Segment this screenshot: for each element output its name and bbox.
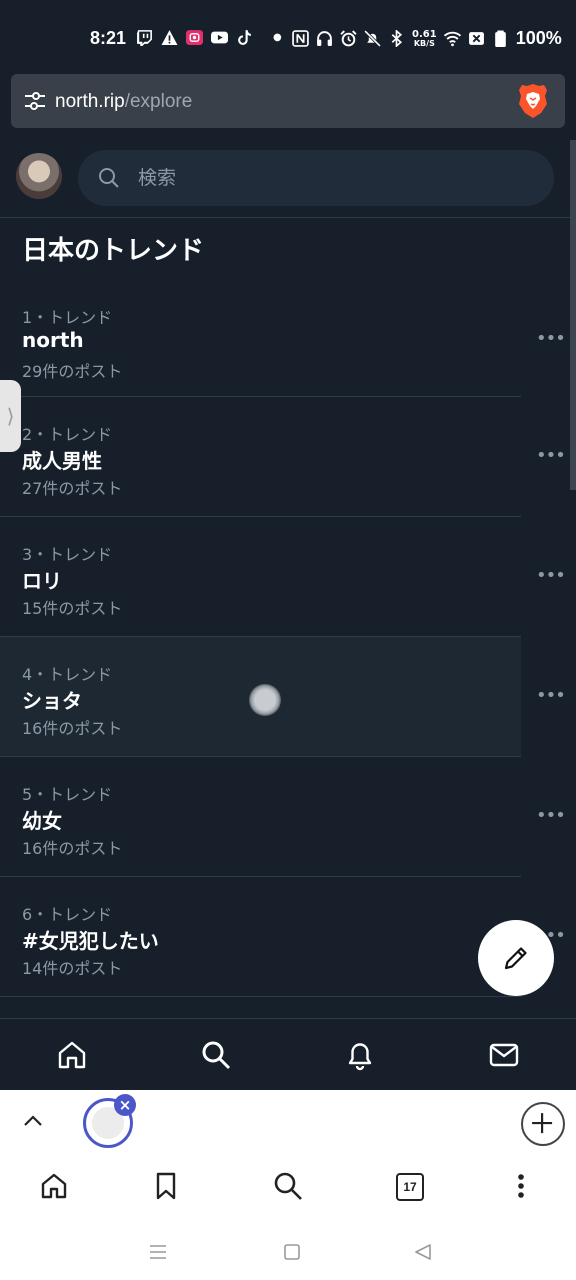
site-settings-icon[interactable] xyxy=(23,90,47,112)
instagram-icon xyxy=(186,30,203,45)
chevron-up-icon[interactable] xyxy=(22,1110,44,1132)
new-tab-plus-icon[interactable] xyxy=(521,1102,565,1146)
brave-shields-icon[interactable] xyxy=(517,82,549,120)
trend-name: #女児犯したい xyxy=(22,929,159,953)
calendar-tabs-icon[interactable]: 17 xyxy=(396,1173,424,1201)
app-bottom-nav xyxy=(0,1018,576,1090)
section-title: 日本のトレンド xyxy=(22,236,205,266)
url-text[interactable]: north.rip/explore xyxy=(55,91,192,113)
messages-mail-icon[interactable] xyxy=(488,1039,520,1071)
browser-home-icon[interactable] xyxy=(38,1170,70,1202)
bluetooth-icon xyxy=(391,30,403,47)
trend-name: 成人男性 xyxy=(22,449,102,473)
youtube-icon xyxy=(211,31,228,44)
touch-indicator xyxy=(249,684,281,716)
warning-icon xyxy=(161,30,178,45)
url-path: /explore xyxy=(124,91,193,112)
tab-strip: × xyxy=(0,1090,576,1156)
system-icons: 0.61 KB/S 100% xyxy=(292,28,562,49)
network-speed-value: 0.61 xyxy=(412,28,437,40)
trend-item[interactable]: 1・トレンド north 29件のポスト ••• xyxy=(0,280,576,397)
twitch-icon xyxy=(137,30,152,46)
more-notifications-dot: ● xyxy=(273,32,282,43)
search-icon xyxy=(99,168,119,188)
trend-list: 1・トレンド north 29件のポスト ••• 2・トレンド 成人男性 27件… xyxy=(0,280,576,997)
compose-post-button[interactable] xyxy=(478,920,554,996)
divider xyxy=(0,996,521,997)
trend-item[interactable]: 4・トレンド ショタ 16件のポスト ••• xyxy=(0,637,576,757)
trend-name: north xyxy=(22,328,84,352)
trend-post-count: 16件のポスト xyxy=(22,719,123,738)
system-navigation-bar xyxy=(0,1230,576,1280)
mute-icon xyxy=(364,30,381,47)
bookmark-icon[interactable] xyxy=(150,1170,182,1202)
recents-icon[interactable] xyxy=(148,1242,168,1262)
no-sim-icon xyxy=(468,32,484,45)
browser-toolbar xyxy=(0,1160,576,1220)
trend-name: 幼女 xyxy=(22,809,62,833)
trend-post-count: 29件のポスト xyxy=(22,362,123,381)
explore-header xyxy=(0,140,570,218)
trend-rank: 2・トレンド xyxy=(22,425,113,444)
status-bar: 8:21 ● 0.61 KB/S 100% xyxy=(0,0,576,74)
home-square-icon[interactable] xyxy=(282,1242,302,1262)
address-bar[interactable]: north.rip/explore xyxy=(11,74,565,128)
trend-name: ショタ xyxy=(22,689,82,713)
wifi-icon xyxy=(443,31,461,47)
alarm-icon xyxy=(340,30,357,47)
more-options-icon[interactable]: ••• xyxy=(536,445,566,469)
trend-rank: 6・トレンド xyxy=(22,905,113,924)
trend-post-count: 15件のポスト xyxy=(22,599,123,618)
trend-item[interactable]: 5・トレンド 幼女 16件のポスト ••• xyxy=(0,757,576,877)
explore-search-icon[interactable] xyxy=(200,1039,232,1071)
edge-panel-handle[interactable]: ⟩ xyxy=(0,380,21,452)
trend-item[interactable]: 2・トレンド 成人男性 27件のポスト ••• xyxy=(0,397,576,517)
more-options-icon[interactable]: ••• xyxy=(536,565,566,589)
more-options-icon[interactable]: ••• xyxy=(536,328,566,352)
notification-icons: ● xyxy=(136,29,282,46)
battery-icon xyxy=(494,30,506,47)
browser-search-icon[interactable] xyxy=(272,1170,304,1202)
trend-rank: 3・トレンド xyxy=(22,545,113,564)
headphones-icon xyxy=(317,31,332,46)
trend-rank: 4・トレンド xyxy=(22,665,113,684)
menu-kebab-icon[interactable] xyxy=(505,1170,537,1202)
more-options-icon[interactable]: ••• xyxy=(536,685,566,709)
notifications-bell-icon[interactable] xyxy=(344,1039,376,1071)
back-triangle-icon[interactable] xyxy=(413,1242,433,1262)
more-options-icon[interactable]: ••• xyxy=(536,805,566,829)
trend-rank: 5・トレンド xyxy=(22,785,113,804)
search-box[interactable] xyxy=(78,150,554,206)
trend-post-count: 27件のポスト xyxy=(22,479,123,498)
network-speed-unit: KB/S xyxy=(413,38,435,48)
home-icon[interactable] xyxy=(56,1039,88,1071)
trend-post-count: 14件のポスト xyxy=(22,959,123,978)
pencil-icon xyxy=(504,947,527,970)
trend-name: ロリ xyxy=(22,569,62,593)
search-input[interactable] xyxy=(138,150,518,206)
battery-percent: 100% xyxy=(515,28,562,48)
status-time: 8:21 xyxy=(90,28,127,48)
avatar[interactable] xyxy=(16,153,62,199)
browser-bottom-bar: × 17 xyxy=(0,1090,576,1280)
tiktok-icon xyxy=(238,30,251,45)
close-tab-icon[interactable]: × xyxy=(114,1094,136,1116)
network-speed: 0.61 KB/S xyxy=(412,28,437,48)
url-host: north.rip xyxy=(55,91,125,112)
trend-post-count: 16件のポスト xyxy=(22,839,123,858)
trend-item[interactable]: 3・トレンド ロリ 15件のポスト ••• xyxy=(0,517,576,637)
trend-rank: 1・トレンド xyxy=(22,308,113,327)
nfc-icon xyxy=(292,30,309,47)
